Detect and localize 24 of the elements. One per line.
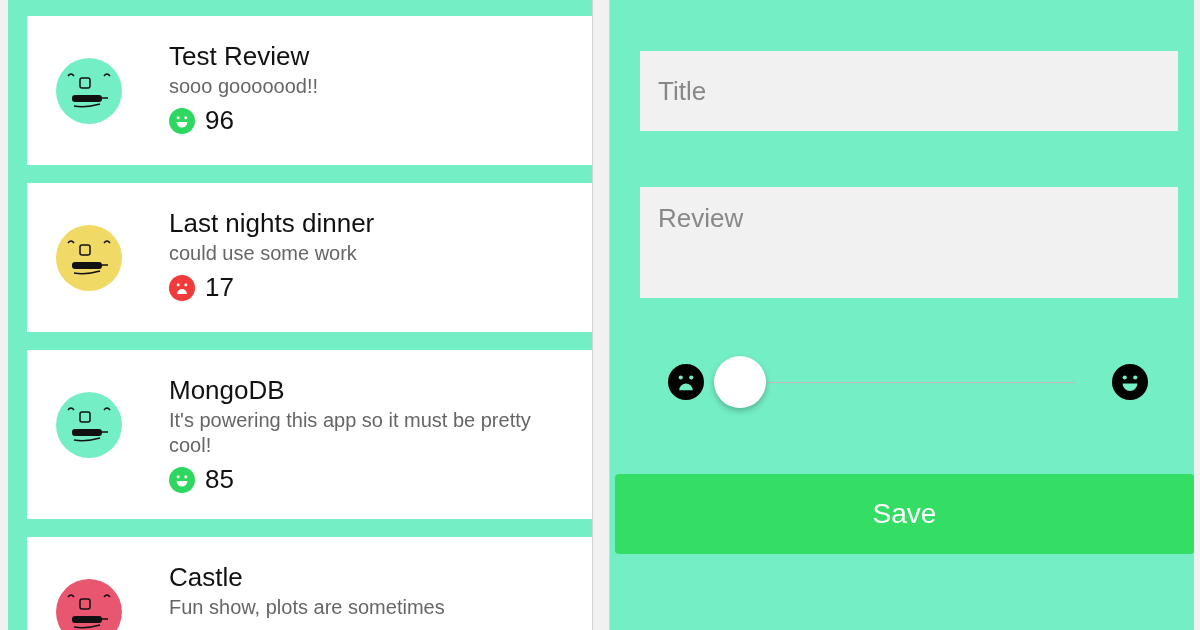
review-card[interactable]: Castle Fun show, plots are sometimes — [27, 537, 592, 630]
review-score: 17 — [205, 272, 234, 303]
review-text: It's powering this app so it must be pretty cool! — [169, 408, 532, 458]
rating-slider[interactable] — [714, 356, 1076, 408]
review-title: Castle — [169, 561, 244, 593]
review-card[interactable]: Last nights dinner could use some work 17 — [27, 183, 592, 332]
review-score: 96 — [205, 105, 234, 136]
slider-thumb[interactable] — [714, 356, 766, 408]
review-text: could use some work — [169, 241, 358, 266]
review-text: sooo gooooood!! — [169, 74, 319, 99]
review-field[interactable]: Review — [640, 187, 1178, 298]
smile-icon — [169, 466, 195, 493]
review-card[interactable]: MongoDB It's powering this app so it must be pretty cool! 85 — [27, 350, 592, 519]
frown-icon — [668, 364, 704, 400]
review-title: Test Review — [169, 40, 311, 72]
title-field[interactable]: Title — [640, 51, 1178, 131]
review-card[interactable]: Test Review sooo gooooood!! 96 — [27, 16, 592, 165]
review-text: Fun show, plots are sometimes — [169, 595, 445, 620]
frown-icon — [169, 274, 195, 301]
smile-icon — [169, 107, 195, 134]
smile-icon — [1112, 364, 1148, 400]
review-score: 85 — [205, 464, 234, 495]
review-title: Last nights dinner — [169, 207, 375, 239]
review-title: MongoDB — [169, 374, 286, 406]
